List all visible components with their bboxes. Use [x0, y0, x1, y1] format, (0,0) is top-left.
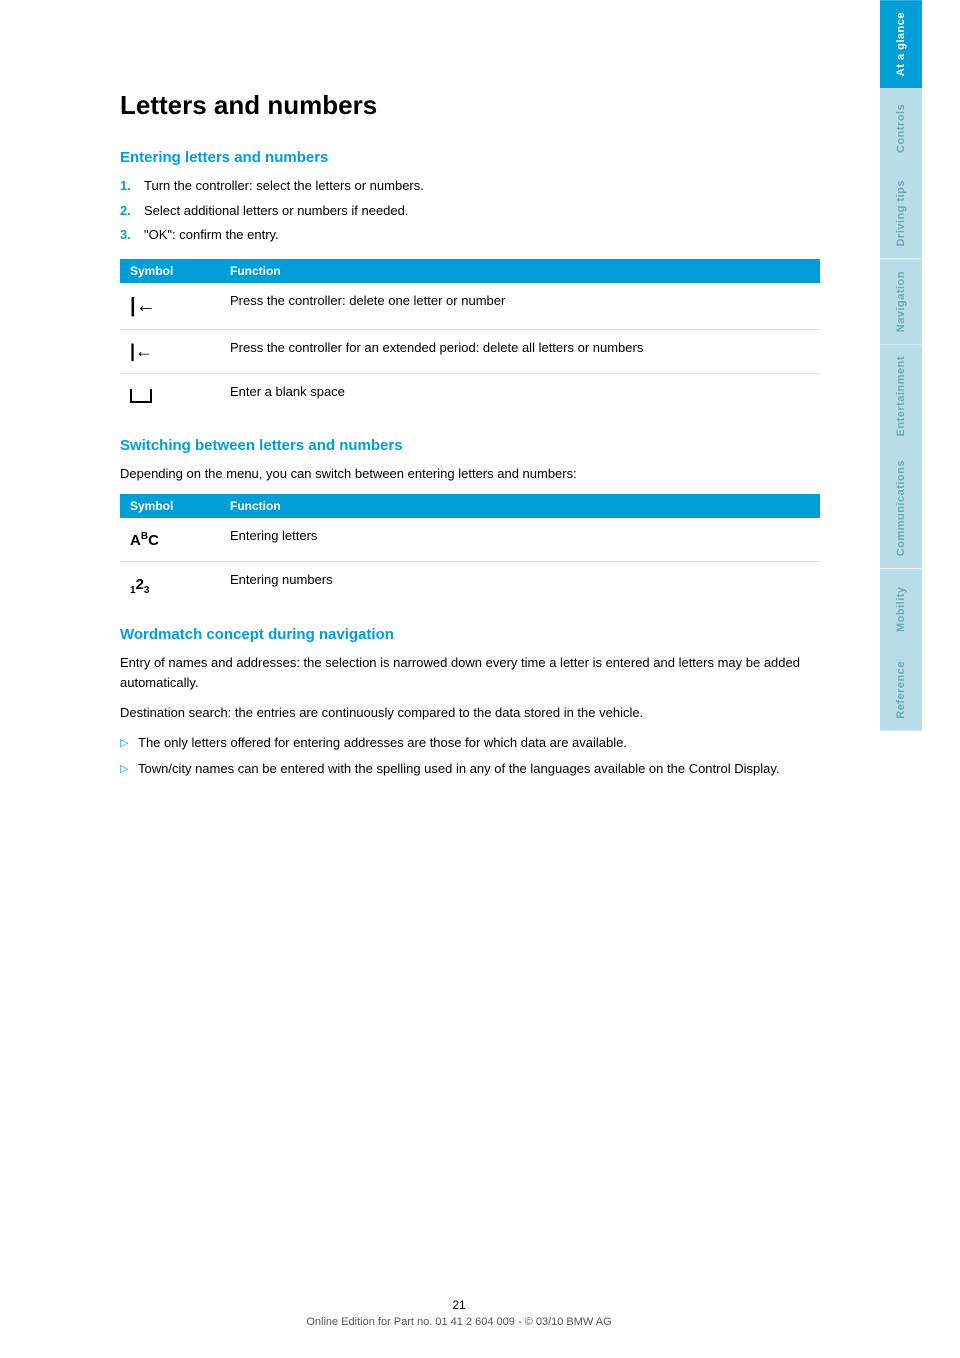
sidebar-tab-at-a-glance[interactable]: At a glance — [880, 0, 922, 88]
table1-header-symbol: Symbol — [120, 259, 220, 283]
footer-text: Online Edition for Part no. 01 41 2 604 … — [306, 1316, 611, 1328]
sidebar-tab-controls[interactable]: Controls — [880, 88, 922, 168]
table-row: |← Press the controller: delete one lett… — [120, 283, 820, 330]
symbol-delete-long-cell: |← — [120, 329, 220, 373]
step-1-text: Turn the controller: select the letters … — [144, 176, 424, 196]
table-row: ABC Entering letters — [120, 518, 820, 562]
table1-header-function: Function — [220, 259, 820, 283]
step-2: 2. Select additional letters or numbers … — [120, 201, 820, 221]
step-3-number: 3. — [120, 225, 144, 245]
table2-row2-function: Entering numbers — [220, 561, 820, 606]
space-icon — [130, 389, 152, 403]
wordmatch-section-title: Wordmatch concept during navigation — [120, 626, 820, 643]
step-2-text: Select additional letters or numbers if … — [144, 201, 409, 221]
table-row: Enter a blank space — [120, 373, 820, 417]
switching-section-title: Switching between letters and numbers — [120, 437, 820, 454]
bullet-text-2: Town/city names can be entered with the … — [138, 759, 779, 779]
switching-body-text: Depending on the menu, you can switch be… — [120, 464, 820, 484]
page-number: 21 — [452, 1298, 465, 1312]
bullet-arrow-1: ▷ — [120, 735, 138, 753]
table2-row1-function: Entering letters — [220, 518, 820, 562]
bullet-item-1: ▷ The only letters offered for entering … — [120, 733, 820, 753]
sidebar-tab-navigation[interactable]: Navigation — [880, 259, 922, 344]
step-1: 1. Turn the controller: select the lette… — [120, 176, 820, 196]
table2-header-symbol: Symbol — [120, 494, 220, 518]
entering-steps-list: 1. Turn the controller: select the lette… — [120, 176, 820, 245]
delete-single-icon: |← — [130, 291, 156, 321]
symbol-delete-single-cell: |← — [120, 283, 220, 330]
page-title: Letters and numbers — [120, 90, 820, 121]
step-1-number: 1. — [120, 176, 144, 196]
table1-row2-function: Press the controller for an extended per… — [220, 329, 820, 373]
table-row: |← Press the controller for an extended … — [120, 329, 820, 373]
main-content: Letters and numbers Entering letters and… — [0, 0, 880, 1358]
page-container: Letters and numbers Entering letters and… — [0, 0, 960, 1358]
delete-long-icon: |← — [130, 338, 153, 365]
entering-section-title: Entering letters and numbers — [120, 149, 820, 166]
wordmatch-para1: Entry of names and addresses: the select… — [120, 653, 820, 693]
bullet-arrow-2: ▷ — [120, 761, 138, 779]
table1-row1-function: Press the controller: delete one letter … — [220, 283, 820, 330]
123-icon: 123 — [130, 576, 149, 593]
wordmatch-bullet-list: ▷ The only letters offered for entering … — [120, 733, 820, 779]
sidebar-tab-entertainment[interactable]: Entertainment — [880, 344, 922, 448]
symbol-space-cell — [120, 373, 220, 417]
sidebar: At a glance Controls Driving tips Naviga… — [880, 0, 922, 1358]
page-footer: 21 Online Edition for Part no. 01 41 2 6… — [0, 1298, 918, 1328]
symbol-table-2: Symbol Function ABC Entering letters 123… — [120, 494, 820, 606]
bullet-text-1: The only letters offered for entering ad… — [138, 733, 627, 753]
table1-row3-function: Enter a blank space — [220, 373, 820, 417]
sidebar-tab-driving-tips[interactable]: Driving tips — [880, 168, 922, 259]
step-3: 3. "OK": confirm the entry. — [120, 225, 820, 245]
step-2-number: 2. — [120, 201, 144, 221]
sidebar-tab-mobility[interactable]: Mobility — [880, 569, 922, 649]
symbol-table-1: Symbol Function |← Press the controller:… — [120, 259, 820, 417]
abc-icon: ABC — [130, 532, 159, 549]
sidebar-tab-reference[interactable]: Reference — [880, 649, 922, 731]
bullet-item-2: ▷ Town/city names can be entered with th… — [120, 759, 820, 779]
wordmatch-para2: Destination search: the entries are cont… — [120, 703, 820, 723]
sidebar-tab-communications[interactable]: Communications — [880, 448, 922, 568]
symbol-abc-cell: ABC — [120, 518, 220, 562]
table-row: 123 Entering numbers — [120, 561, 820, 606]
symbol-123-cell: 123 — [120, 561, 220, 606]
table2-header-function: Function — [220, 494, 820, 518]
step-3-text: "OK": confirm the entry. — [144, 225, 279, 245]
